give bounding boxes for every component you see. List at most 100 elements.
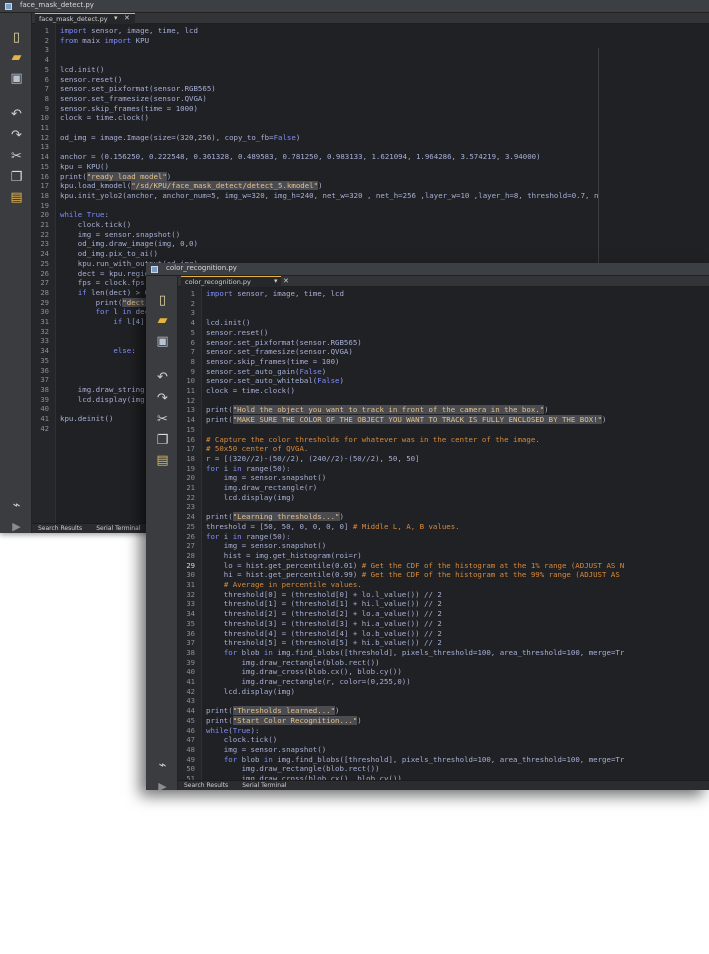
code-line[interactable]: if l[4] : [60,317,153,327]
window-titlebar[interactable]: face_mask_detect.py [0,0,709,13]
code-line[interactable]: threshold[2] = (threshold[2] + lo.a_valu… [206,609,442,619]
serial-terminal-tab[interactable]: Serial Terminal [96,525,140,532]
code-line[interactable]: kpu = KPU() [60,162,109,172]
redo-icon[interactable]: ↷ [8,127,25,144]
code-line[interactable]: # Average in percentile values. [206,580,362,590]
code-line[interactable]: img = sensor.snapshot() [206,541,326,551]
code-editor[interactable]: 1 2 3 4 5 6 7 8 9 10 11 12 13 14 15 16 17 18 19 20 21 22 23 24 2… [178,287,709,780]
code-line[interactable]: kpu.init_yolo2(anchor, anchor_num=5, img… [60,191,598,201]
code-line[interactable]: print("ready load model") [60,171,171,182]
tab-menu-icon[interactable]: ▾ [274,276,278,286]
code-line[interactable]: while(True): [206,726,259,736]
code-line[interactable]: od_img.pix_to_ai() [60,249,158,259]
code-line[interactable]: while True: [60,210,109,220]
new-file-icon[interactable]: ▯ [154,292,171,309]
code-line[interactable]: od_img.draw_image(img, 0,0) [60,239,198,249]
code-line[interactable]: fps = clock.fps() [60,278,154,288]
paste-icon[interactable]: ▤ [154,452,171,469]
code-line[interactable]: print("Learning thresholds...") [206,512,344,522]
close-icon[interactable]: ✕ [283,276,289,286]
connect-icon[interactable]: ⌁ [154,757,171,774]
code-line[interactable]: sensor.set_framesize(sensor.QVGA) [206,347,353,357]
redo-icon[interactable]: ↷ [154,390,171,407]
code-line[interactable]: # 50x50 center of QVGA. [206,444,308,454]
code-line[interactable]: for i in range(50): [206,464,291,474]
code-line[interactable]: img.draw_rectangle(blob.rect()) [206,764,380,774]
code-line[interactable]: sensor.reset() [60,75,122,85]
code-line[interactable]: img.draw_rectangle(blob.rect()) [206,658,380,668]
close-icon[interactable]: ✕ [124,13,130,23]
code-line[interactable]: img.draw_rectangle(r) [206,483,317,493]
code-line[interactable]: print("Hold the object you want to track… [206,405,549,415]
code-line[interactable]: from maix import KPU [60,36,149,46]
save-icon[interactable]: ▣ [154,333,171,350]
copy-icon[interactable]: ❐ [8,169,25,186]
code-line[interactable]: hist = img.get_histogram(roi=r) [206,551,362,561]
code-line[interactable]: img = sensor.snapshot() [60,230,180,240]
code-line[interactable]: img.draw_rectangle(r, color=(0,255,0)) [206,677,411,687]
code-line[interactable]: img = sensor.snapshot() [206,473,326,483]
code-line[interactable]: lcd.init() [60,65,105,75]
code-line[interactable]: else: [60,346,135,356]
code-line[interactable]: threshold[1] = (threshold[1] + hi.l_valu… [206,599,442,609]
code-line[interactable]: anchor = (0.156250, 0.222548, 0.361328, … [60,152,541,162]
open-folder-icon[interactable]: ▰ [154,312,171,329]
code-line[interactable]: threshold[5] = (threshold[5] + hi.b_valu… [206,638,442,648]
cut-icon[interactable]: ✂ [8,148,25,165]
code-line[interactable]: sensor.set_auto_whitebal(False) [206,376,344,386]
window-titlebar[interactable]: color_recognition.py [146,263,709,276]
code-line[interactable]: if len(dect) > 0: [60,288,154,298]
run-icon[interactable]: ▶ [8,518,25,533]
code-line[interactable]: threshold[4] = (threshold[4] + lo.b_valu… [206,629,442,639]
tab-face-mask-detect[interactable]: face_mask_detect.py [35,13,135,24]
tab-menu-icon[interactable]: ▾ [114,13,118,23]
cut-icon[interactable]: ✂ [154,411,171,428]
code-line[interactable]: od_img = image.Image(size=(320,256), cop… [60,133,300,143]
code-line[interactable]: sensor.set_pixformat(sensor.RGB565) [60,84,216,94]
code-line[interactable]: # Capture the color thresholds for whate… [206,435,540,445]
serial-terminal-tab[interactable]: Serial Terminal [242,782,286,789]
undo-icon[interactable]: ↶ [8,106,25,123]
code-line[interactable]: kpu.deinit() [60,414,113,424]
code-line[interactable]: sensor.set_auto_gain(False) [206,367,326,377]
code-line[interactable]: kpu.load_kmodel("/sd/KPU/face_mask_detec… [60,181,323,191]
code-line[interactable]: sensor.skip_frames(time = 1000) [60,104,198,114]
code-line[interactable]: import sensor, image, time, lcd [206,289,344,299]
undo-icon[interactable]: ↶ [154,369,171,386]
tab-color-recognition[interactable]: color_recognition.py [181,276,281,287]
code-line[interactable]: print("MAKE SURE THE COLOR OF THE OBJECT… [206,415,606,425]
code-line[interactable]: clock = time.clock() [60,113,149,123]
code-line[interactable]: print("Thresholds learned...") [206,706,340,716]
code-line[interactable]: sensor.set_framesize(sensor.QVGA) [60,94,207,104]
code-line[interactable]: threshold[3] = (threshold[3] + hi.a_valu… [206,619,442,629]
open-folder-icon[interactable]: ▰ [8,49,25,66]
code-line[interactable]: for blob in img.find_blobs([threshold], … [206,755,624,765]
search-results-tab[interactable]: Search Results [184,782,228,789]
code-line[interactable]: threshold = [50, 50, 0, 0, 0, 0] # Middl… [206,522,460,532]
code-line[interactable]: img = sensor.snapshot() [206,745,326,755]
save-icon[interactable]: ▣ [8,70,25,87]
code-line[interactable]: img.draw_cross(blob.cx(), blob.cy()) [206,667,402,677]
code-line[interactable]: clock.tick() [206,735,277,745]
code-line[interactable]: lcd.display(img) [206,687,295,697]
copy-icon[interactable]: ❐ [154,432,171,449]
code-line[interactable]: lcd.display(img) [60,395,149,405]
code-line[interactable]: print("Start Color Recognition...") [206,715,362,726]
code-line[interactable]: clock = time.clock() [206,386,295,396]
code-line[interactable]: threshold[0] = (threshold[0] + lo.l_valu… [206,590,442,600]
code-line[interactable]: import sensor, image, time, lcd [60,26,198,36]
code-line[interactable]: r = [(320//2)-(50//2), (240//2)-(50//2),… [206,454,420,464]
code-line[interactable]: hi = hist.get_percentile(0.99) # Get the… [206,570,620,580]
new-file-icon[interactable]: ▯ [8,29,25,46]
code-line[interactable]: sensor.set_pixformat(sensor.RGB565) [206,338,362,348]
code-line[interactable]: lcd.display(img) [206,493,295,503]
search-results-tab[interactable]: Search Results [38,525,82,532]
code-line[interactable]: for i in range(50): [206,532,291,542]
code-line[interactable]: for blob in img.find_blobs([threshold], … [206,648,624,658]
code-line[interactable]: clock.tick() [60,220,131,230]
code-line[interactable]: sensor.reset() [206,328,268,338]
run-icon[interactable]: ▶ [154,778,171,790]
paste-icon[interactable]: ▤ [8,189,25,206]
code-line[interactable]: sensor.skip_frames(time = 100) [206,357,340,367]
code-line[interactable]: lcd.init() [206,318,251,328]
